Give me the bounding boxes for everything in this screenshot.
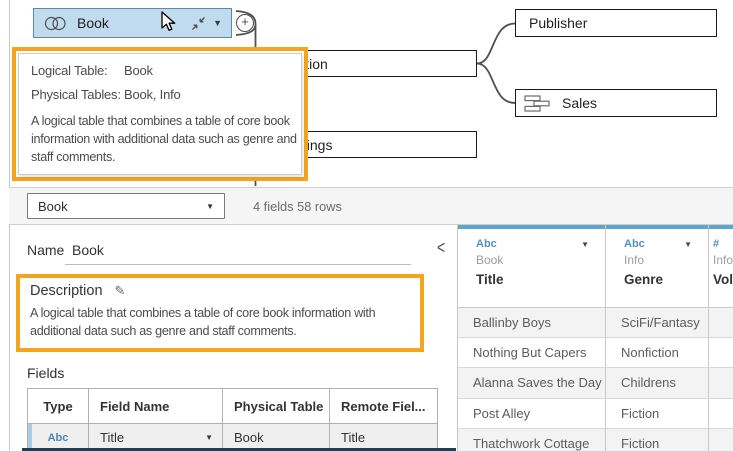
node-publisher[interactable]: Publisher bbox=[515, 9, 717, 37]
description-text: A logical table that combines a table of… bbox=[30, 305, 422, 340]
name-label: Name bbox=[27, 242, 64, 258]
fields-header-field-name: Field Name bbox=[89, 389, 223, 423]
grid-data-row: Thatchwork Cottage Fiction bbox=[458, 429, 733, 451]
grid-cell: Nothing But Capers bbox=[458, 338, 606, 367]
name-input-underline bbox=[65, 264, 411, 265]
name-input[interactable]: Book bbox=[72, 242, 104, 258]
table-details-toolbar: Book ▼ 4 fields 58 rows bbox=[9, 187, 733, 225]
column-type-icon: Abc bbox=[624, 238, 645, 250]
field-physical-table-cell: Book bbox=[223, 424, 330, 451]
column-field-name: Volume bbox=[713, 272, 733, 287]
grid-cell: Ballinby Boys bbox=[458, 308, 606, 337]
grid-column-header-volume[interactable]: # Info Volume bbox=[709, 225, 733, 308]
grid-cell: Childrens bbox=[606, 368, 709, 397]
grid-cell: Fiction bbox=[606, 399, 709, 428]
grid-cell: Post Alley bbox=[458, 399, 606, 428]
description-label: Description bbox=[30, 283, 103, 299]
node-menu-caret-icon[interactable]: ▼ bbox=[213, 18, 222, 28]
field-remote-field-cell: Title bbox=[330, 424, 436, 451]
grid-cell bbox=[709, 308, 733, 337]
highlight-box-description: Description ✎ A logical table that combi… bbox=[16, 274, 424, 352]
grid-data-row: Post Alley Fiction bbox=[458, 399, 733, 429]
column-table-name: Book bbox=[476, 253, 589, 267]
table-selector-dropdown[interactable]: Book ▼ bbox=[27, 193, 225, 219]
field-name-value: Title bbox=[100, 430, 124, 445]
fields-rows-summary: 4 fields 58 rows bbox=[253, 188, 342, 224]
grid-cell bbox=[709, 368, 733, 397]
grid-cell bbox=[709, 338, 733, 367]
fields-table-header: Type Field Name Physical Table Remote Fi… bbox=[28, 389, 437, 423]
grid-header-row: Abc ▼ Book Title Abc ▼ Info bbox=[458, 225, 733, 308]
fields-table-row[interactable]: Abc Title ▼ Book Title bbox=[28, 423, 437, 451]
grid-column-header-genre[interactable]: Abc ▼ Info Genre bbox=[606, 225, 709, 308]
grid-data-row: Ballinby Boys SciFi/Fantasy bbox=[458, 308, 733, 338]
table-tooltip: Logical Table: Book Physical Tables: Boo… bbox=[18, 53, 302, 175]
fields-header-type: Type bbox=[28, 389, 89, 423]
column-type-icon: Abc bbox=[476, 238, 497, 250]
node-sales[interactable]: Sales bbox=[515, 89, 717, 117]
join-venn-icon bbox=[44, 15, 67, 32]
column-table-name: Info bbox=[713, 253, 733, 267]
add-table-button[interactable]: + bbox=[236, 14, 254, 32]
selected-node-book[interactable]: Book ▼ bbox=[33, 8, 232, 38]
tooltip-logical-table-label: Logical Table: bbox=[31, 63, 124, 78]
union-table-icon bbox=[524, 95, 552, 112]
column-menu-caret-icon[interactable]: ▼ bbox=[684, 240, 692, 249]
column-field-name: Genre bbox=[624, 272, 692, 287]
dropdown-caret-icon: ▼ bbox=[206, 202, 214, 211]
node-publisher-label: Publisher bbox=[529, 15, 587, 31]
grid-data-row: Nothing But Capers Nonfiction bbox=[458, 338, 733, 368]
highlight-box-tooltip: Logical Table: Book Physical Tables: Boo… bbox=[12, 47, 308, 181]
collapse-icon[interactable] bbox=[191, 16, 206, 31]
grid-cell bbox=[709, 429, 733, 451]
tooltip-logical-table-value: Book bbox=[124, 63, 153, 78]
tooltip-physical-tables-label: Physical Tables: bbox=[31, 87, 124, 102]
mouse-cursor bbox=[160, 11, 182, 33]
column-table-name: Info bbox=[624, 253, 692, 267]
column-type-icon: # bbox=[713, 238, 719, 250]
grid-data-row: Alanna Saves the Day Childrens bbox=[458, 368, 733, 398]
edit-description-pencil-icon[interactable]: ✎ bbox=[115, 283, 126, 299]
table-selector-value: Book bbox=[38, 199, 68, 214]
field-name-caret-icon[interactable]: ▼ bbox=[205, 433, 213, 442]
tableau-data-model-window: Edition Ratings Publisher Sales bbox=[0, 0, 733, 451]
column-field-name: Title bbox=[476, 272, 589, 287]
fields-header-physical-table: Physical Table bbox=[223, 389, 330, 423]
node-sales-label: Sales bbox=[562, 95, 597, 111]
table-details-panel: Name Book < Description ✎ A logical tabl… bbox=[10, 225, 457, 451]
fields-table: Type Field Name Physical Table Remote Fi… bbox=[27, 388, 438, 451]
data-preview-grid: Abc ▼ Book Title Abc ▼ Info bbox=[457, 225, 733, 451]
grid-cell: Fiction bbox=[606, 429, 709, 451]
fields-section-label: Fields bbox=[27, 365, 64, 381]
relationship-canvas[interactable]: Edition Ratings Publisher Sales bbox=[0, 0, 733, 187]
grid-column-header-title[interactable]: Abc ▼ Book Title bbox=[458, 225, 606, 308]
fields-header-remote-field: Remote Fiel... bbox=[330, 389, 436, 423]
column-menu-caret-icon[interactable]: ▼ bbox=[581, 240, 589, 249]
grid-cell: Nonfiction bbox=[606, 338, 709, 367]
field-name-cell[interactable]: Title ▼ bbox=[89, 424, 223, 451]
grid-cell: Alanna Saves the Day bbox=[458, 368, 606, 397]
grid-cell bbox=[709, 399, 733, 428]
grid-cell: Thatchwork Cottage bbox=[458, 429, 606, 451]
collapse-panel-chevron-icon[interactable]: < bbox=[437, 237, 445, 258]
field-type-icon: Abc bbox=[28, 424, 89, 451]
grid-cell: SciFi/Fantasy bbox=[606, 308, 709, 337]
tooltip-physical-tables-value: Book, Info bbox=[124, 87, 181, 102]
tooltip-description: A logical table that combines a table of… bbox=[31, 113, 303, 167]
